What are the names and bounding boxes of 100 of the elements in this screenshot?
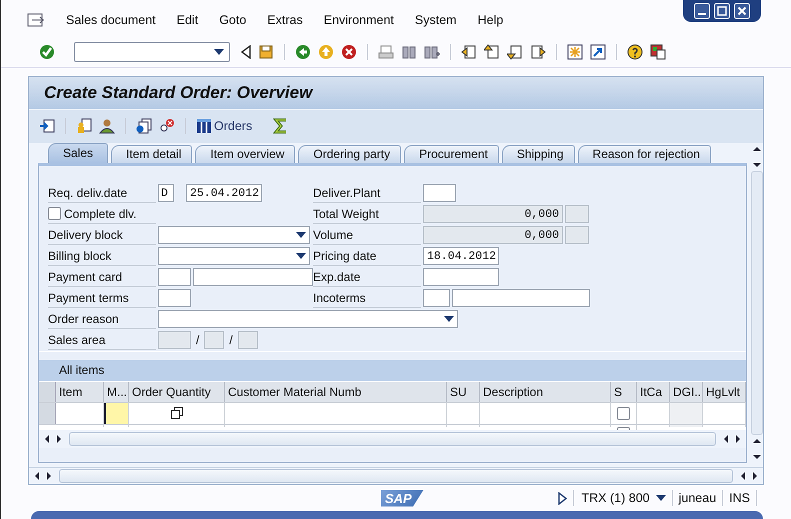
select-all-cell[interactable] [39,382,56,402]
date-field[interactable]: 25.04.2012 [186,184,262,202]
input-mode: INS [729,491,750,506]
dropdown-field[interactable] [158,226,310,244]
menu-icon[interactable] [27,13,45,28]
field-label: Incoterms [313,288,421,308]
field-label: Deliver.Plant [313,184,421,203]
input-field[interactable] [193,268,313,286]
sap-logo: SAP [381,490,424,507]
tab[interactable]: Procurement [404,144,499,163]
checkbox[interactable] [617,406,630,420]
date-field[interactable]: 18.04.2012 [423,247,499,266]
menu-item[interactable]: Edit [176,13,198,28]
scroll-arrows-icon[interactable] [741,472,757,480]
date-field[interactable] [423,268,499,286]
scroll-arrows-icon[interactable] [35,472,51,480]
field-label: Sales area [48,330,156,350]
field-label: Payment card [48,268,156,287]
new-session-icon[interactable] [567,44,583,60]
input-field[interactable] [158,268,191,286]
input-field[interactable] [452,289,590,308]
readonly-field: 0,000 [423,205,563,224]
documents-icon[interactable] [136,118,152,134]
dropdown-icon[interactable] [444,316,454,322]
enter-icon[interactable] [39,44,55,60]
maximize-button[interactable] [714,3,730,19]
field-label: Total Weight [313,204,421,224]
triangle-left-icon[interactable] [241,45,251,60]
menu-item[interactable]: System [414,13,457,28]
input-field[interactable] [423,289,450,308]
scroll-arrows-icon[interactable] [753,439,761,460]
first-page-icon[interactable] [461,44,477,60]
dropdown-icon[interactable] [296,232,306,238]
back-icon[interactable] [295,44,311,60]
input-field[interactable]: D [158,184,174,202]
field-label: Billing block [48,246,156,266]
field-label: Exp.date [313,268,421,287]
triangle-right-icon[interactable] [558,492,567,505]
shortcut-icon[interactable] [590,44,606,60]
person-icon[interactable] [99,118,115,134]
screen-title: Create Standard Order: Overview [44,82,312,103]
menu-item[interactable]: Sales document [66,13,156,28]
table-icon [196,118,212,134]
tab[interactable]: Shipping [502,144,575,163]
orders-button[interactable]: Orders [196,118,252,134]
scroll-arrows-icon[interactable] [753,146,761,167]
layout-icon[interactable] [650,44,666,60]
readonly-field [238,331,258,350]
separator: / [229,333,233,348]
readonly-field [565,226,589,244]
menu-item[interactable]: Help [478,13,504,28]
scroll-arrows-icon[interactable] [724,434,740,443]
print-icon[interactable] [378,44,394,60]
field-label: Delivery block [48,226,156,245]
field-label: Req. deliv.date [48,184,156,203]
field-label: Pricing date [313,246,421,266]
command-field[interactable] [74,42,230,62]
previous-page-icon[interactable] [484,44,500,60]
table-title: All items [59,363,104,378]
tab[interactable]: Item detail [111,144,192,163]
checkbox[interactable] [48,207,61,220]
dropdown-field[interactable] [158,310,458,328]
horizontal-scrollbar[interactable] [29,467,763,484]
tab[interactable]: Ordering party [298,144,402,163]
person-document-icon[interactable] [76,118,92,134]
close-button[interactable] [734,3,750,19]
menu-item[interactable]: Extras [267,13,303,28]
readonly-field [158,331,191,350]
separator: / [196,333,200,348]
field-label: Order reason [48,310,156,329]
cancel-icon[interactable] [341,44,357,60]
field-label: Payment terms [48,288,156,308]
dropdown-icon[interactable] [214,49,224,56]
help-icon[interactable] [627,44,643,60]
tab[interactable]: Item overview [195,144,296,163]
readonly-field [565,205,589,224]
field-label: Volume [313,226,421,245]
tab[interactable]: Reason for rejection [578,144,711,163]
readonly-field [204,331,224,350]
scroll-arrows-icon[interactable] [45,434,61,443]
horizontal-scrollbar[interactable] [39,430,746,448]
tab[interactable]: Sales [48,142,108,163]
user-name: juneau [678,491,716,506]
document-arrow-icon[interactable] [39,118,55,134]
next-page-icon[interactable] [507,44,523,60]
dropdown-icon[interactable] [656,495,666,502]
input-field[interactable] [158,289,191,308]
input-field[interactable] [423,184,456,202]
table-cell[interactable] [104,402,129,424]
copy-icon[interactable] [170,407,182,420]
dropdown-field[interactable] [158,247,310,266]
last-page-icon[interactable] [530,44,546,60]
readonly-field: 0,000 [423,226,563,244]
menu-item[interactable]: Environment [324,13,394,28]
dropdown-icon[interactable] [296,253,306,260]
minimize-button[interactable] [694,3,710,19]
checkbox-label: Complete dlv. [64,206,136,221]
save-icon[interactable] [258,44,274,60]
system-info[interactable]: TRX (1) 800 [582,491,650,506]
menu-item[interactable]: Goto [219,13,246,28]
